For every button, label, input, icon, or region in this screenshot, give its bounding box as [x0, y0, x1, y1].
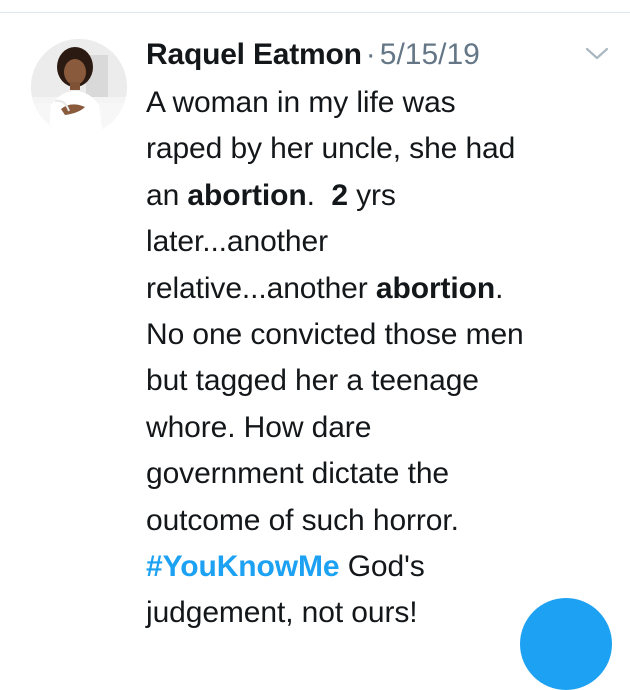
author-name[interactable]: Raquel Eatmon	[146, 38, 362, 71]
tweet-text-line: government dictate the	[146, 457, 449, 491]
tweet-text-line: relative...another abortion.	[146, 266, 621, 312]
compose-tweet-button[interactable]	[520, 598, 612, 690]
tweet-text-line: A woman in my life was	[146, 86, 456, 119]
text-fragment: an	[146, 178, 188, 212]
text-fragment: .	[306, 178, 332, 212]
tweet-text-line: raped by her uncle, she had	[146, 132, 516, 166]
chevron-down-icon[interactable]	[583, 43, 611, 63]
tweet-header: Raquel Eatmon · 5/15/19	[146, 35, 480, 75]
separator-dot: ·	[365, 38, 376, 71]
emphasis-text: abortion	[375, 271, 496, 305]
tweet-text-line: whore. How dare	[146, 410, 372, 444]
tweet-text-line: an abortion. 2 yrs	[146, 173, 621, 219]
tweet-text-line: but tagged her a teenage	[146, 364, 479, 398]
emphasis-text: abortion	[187, 178, 307, 212]
tweet[interactable]: Raquel Eatmon · 5/15/19 A woman in my life…	[0, 13, 630, 642]
emphasis-text: 2	[331, 178, 348, 212]
tweet-date[interactable]: 5/15/19	[380, 38, 480, 71]
avatar[interactable]	[31, 39, 127, 135]
text-fragment: .	[495, 271, 504, 305]
text-fragment: God's	[339, 549, 425, 583]
hashtag-link[interactable]: #YouKnowMe	[146, 550, 340, 583]
tweet-text: A woman in my life was raped by her uncl…	[146, 80, 621, 637]
tweet-text-line: #YouKnowMe God's	[146, 544, 621, 590]
tweet-text-line: No one convicted those men	[146, 317, 524, 351]
text-fragment: relative...another	[146, 271, 376, 305]
tweet-text-line: outcome of such horror.	[146, 503, 459, 537]
tweet-text-line: later...another	[146, 225, 328, 259]
text-fragment: yrs	[347, 178, 396, 212]
avatar-image	[31, 39, 127, 135]
